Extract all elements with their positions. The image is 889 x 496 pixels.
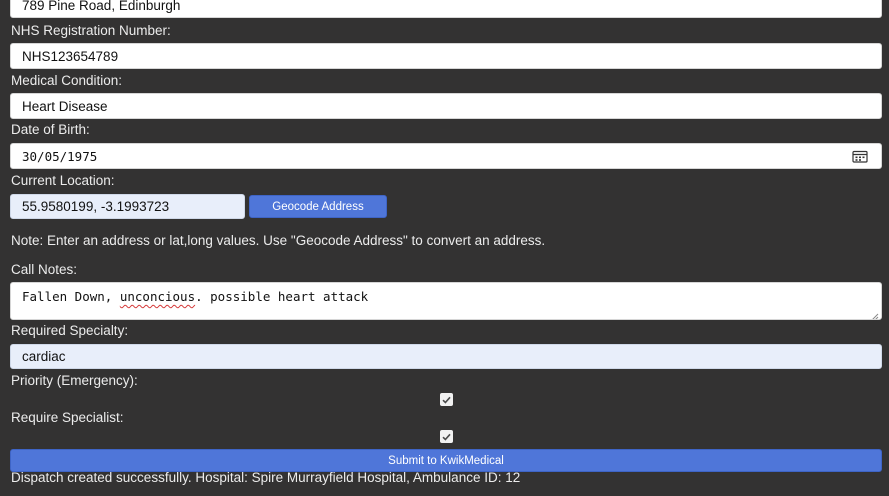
call-notes-label: Call Notes: <box>11 262 78 277</box>
dob-value: 30/05/1975 <box>22 148 98 164</box>
nhs-number-input[interactable]: NHS123654789 <box>10 43 882 69</box>
specialty-label: Required Specialty: <box>11 323 129 338</box>
call-notes-part-2: . possible heart attack <box>195 289 369 304</box>
specialty-value: cardiac <box>22 349 66 364</box>
submit-button[interactable]: Submit to KwikMedical <box>10 449 882 472</box>
nhs-number-value: NHS123654789 <box>22 48 119 64</box>
nhs-number-label: NHS Registration Number: <box>11 23 171 38</box>
geocode-address-button[interactable]: Geocode Address <box>249 195 387 218</box>
calendar-icon[interactable] <box>852 150 868 163</box>
specialty-input[interactable]: cardiac <box>10 344 882 369</box>
medical-condition-input[interactable]: Heart Disease <box>10 93 882 119</box>
specialist-label: Require Specialist: <box>11 410 124 425</box>
checkmark-icon <box>442 396 451 404</box>
specialist-checkbox[interactable] <box>440 430 453 443</box>
call-notes-text: Fallen Down, unconcious. possible heart … <box>22 289 368 304</box>
medical-condition-label: Medical Condition: <box>11 73 123 88</box>
location-label: Current Location: <box>11 173 115 188</box>
location-input[interactable]: 55.9580199, -3.1993723 <box>10 194 245 219</box>
dob-label: Date of Birth: <box>11 122 90 137</box>
address-value: 789 Pine Road, Edinburgh <box>22 0 181 13</box>
call-notes-part-1: Fallen Down, <box>22 289 120 304</box>
status-message: Dispatch created successfully. Hospital:… <box>11 470 521 485</box>
dob-input[interactable]: 30/05/1975 <box>10 143 882 169</box>
checkmark-icon <box>442 433 451 441</box>
misspelled-word: unconcious <box>119 289 196 304</box>
call-notes-textarea[interactable]: Fallen Down, unconcious. possible heart … <box>10 282 882 320</box>
address-input[interactable]: 789 Pine Road, Edinburgh <box>10 0 882 18</box>
medical-condition-value: Heart Disease <box>22 98 108 114</box>
address-note: Note: Enter an address or lat,long value… <box>11 233 546 248</box>
priority-checkbox[interactable] <box>440 393 453 406</box>
priority-label: Priority (Emergency): <box>11 373 138 388</box>
resize-grip-icon[interactable] <box>871 309 879 319</box>
location-value: 55.9580199, -3.1993723 <box>22 199 170 214</box>
